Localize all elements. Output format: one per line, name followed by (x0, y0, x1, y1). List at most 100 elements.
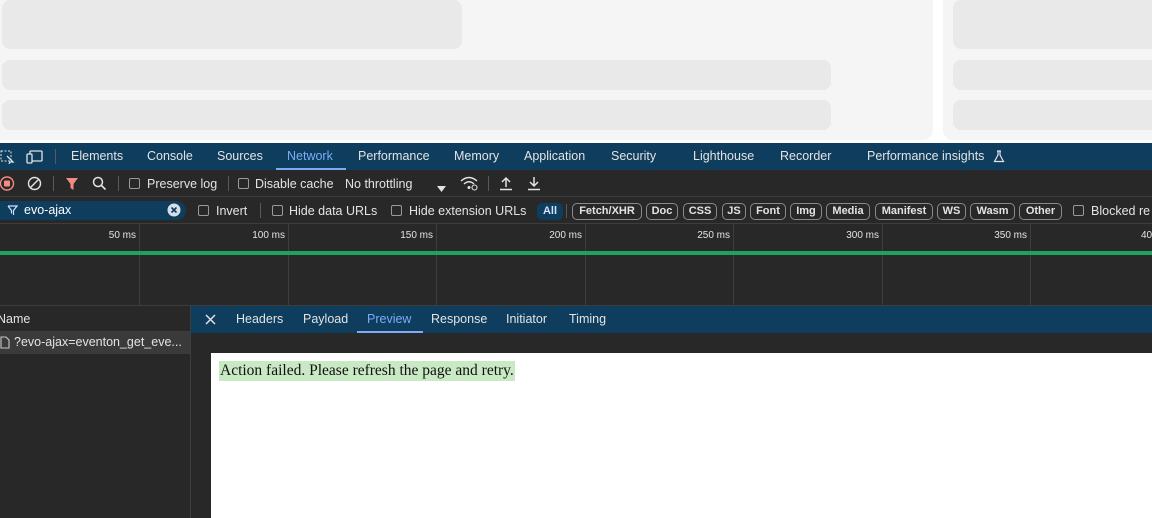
timeline-tick-label: 350 ms (994, 230, 1027, 241)
timeline-tick-label: 200 ms (549, 230, 582, 241)
type-filter-media[interactable]: Media (826, 203, 870, 220)
divider (566, 204, 567, 218)
tab-recorder[interactable]: Recorder (780, 143, 831, 170)
tab-network[interactable]: Network (287, 143, 333, 170)
tab-response[interactable]: Response (431, 306, 487, 333)
active-detail-tab-indicator (357, 331, 423, 333)
tab-security[interactable]: Security (611, 143, 656, 170)
type-filter-fetch-xhr[interactable]: Fetch/XHR (572, 203, 642, 220)
disable-cache-checkbox[interactable] (238, 178, 249, 189)
tab-timing[interactable]: Timing (569, 306, 606, 333)
filter-icon[interactable] (65, 177, 79, 194)
divider (228, 176, 229, 191)
timeline-gridline (288, 224, 289, 306)
funnel-icon (7, 205, 19, 219)
stop-recording-icon[interactable] (0, 176, 15, 194)
request-list: Name ?evo-ajax=eventon_get_eve... (0, 306, 191, 518)
hide-data-urls-label: Hide data URLs (289, 204, 378, 218)
tab-performance-insights[interactable]: Performance insights (867, 143, 984, 170)
tab-console[interactable]: Console (147, 143, 193, 170)
tab-application[interactable]: Application (524, 143, 585, 170)
filter-input[interactable]: evo-ajax (0, 201, 186, 220)
timeline-tick-label: 100 ms (252, 230, 285, 241)
document-icon (0, 336, 10, 352)
clear-filter-icon[interactable] (167, 203, 181, 220)
tab-headers[interactable]: Headers (236, 306, 283, 333)
timeline-gridline (139, 224, 140, 306)
tab-performance[interactable]: Performance (358, 143, 430, 170)
type-filter-ws[interactable]: WS (937, 203, 966, 220)
name-column-header[interactable]: Name (0, 306, 190, 332)
close-icon[interactable] (205, 314, 216, 328)
tab-sources[interactable]: Sources (217, 143, 263, 170)
preserve-log-checkbox[interactable] (129, 178, 140, 189)
page-viewport (0, 0, 1152, 143)
network-conditions-icon[interactable] (460, 176, 478, 194)
tab-preview[interactable]: Preview (367, 306, 411, 333)
detail-tab-bar: Headers Payload Preview Response Initiat… (191, 306, 1152, 333)
skeleton-card-left (0, 0, 933, 140)
skeleton-line (2, 60, 831, 90)
preview-text: Action failed. Please refresh the page a… (219, 361, 515, 381)
type-filter-wasm[interactable]: Wasm (970, 203, 1015, 220)
divider (488, 176, 489, 191)
filter-input-value[interactable]: evo-ajax (24, 203, 71, 217)
search-icon[interactable] (92, 176, 107, 194)
skeleton-block (953, 0, 1152, 49)
divider (118, 176, 119, 191)
tab-payload[interactable]: Payload (303, 306, 348, 333)
divider (260, 203, 261, 218)
waterfall-bar (0, 251, 1152, 255)
timeline-tick-label: 150 ms (400, 230, 433, 241)
flask-icon (993, 150, 1005, 166)
import-har-icon[interactable] (499, 176, 513, 194)
type-filter-other[interactable]: Other (1019, 203, 1062, 220)
divider (55, 149, 56, 164)
skeleton-card-right (943, 0, 1152, 140)
timeline-gridline (585, 224, 586, 306)
timeline-gridline (436, 224, 437, 306)
hide-extension-urls-label: Hide extension URLs (409, 204, 527, 218)
clear-icon[interactable] (27, 176, 42, 194)
timeline-tick-label: 50 ms (108, 230, 136, 241)
tab-memory[interactable]: Memory (454, 143, 499, 170)
timeline-gridline (1030, 224, 1031, 306)
hide-extension-urls-checkbox[interactable] (391, 205, 402, 216)
timeline-tick-label: 40 (1141, 230, 1152, 241)
type-filter-css[interactable]: CSS (683, 203, 717, 220)
export-har-icon[interactable] (527, 176, 541, 194)
type-filter-manifest[interactable]: Manifest (875, 203, 933, 220)
request-row[interactable]: ?evo-ajax=eventon_get_eve... (0, 332, 190, 354)
skeleton-line (953, 100, 1152, 130)
invert-label: Invert (216, 204, 248, 218)
devtools-tab-bar: Elements Console Sources Network Perform… (0, 143, 1152, 170)
response-preview: Action failed. Please refresh the page a… (211, 353, 1152, 518)
type-filter-font[interactable]: Font (750, 203, 786, 220)
name-column-label: Name (0, 312, 31, 326)
skeleton-line (2, 100, 831, 130)
tab-initiator[interactable]: Initiator (506, 306, 547, 333)
invert-checkbox[interactable] (198, 205, 209, 216)
hide-data-urls-checkbox[interactable] (272, 205, 283, 216)
type-filter-js[interactable]: JS (722, 203, 746, 220)
disable-cache-label: Disable cache (255, 177, 334, 191)
preserve-log-label: Preserve log (147, 177, 218, 191)
tab-elements[interactable]: Elements (71, 143, 123, 170)
device-toolbar-icon[interactable] (26, 150, 44, 167)
timeline-gridline (882, 224, 883, 306)
type-filter-doc[interactable]: Doc (646, 203, 678, 220)
type-filter-all[interactable]: All (537, 203, 563, 220)
throttling-select[interactable]: No throttling (345, 177, 412, 191)
blocked-requests-checkbox[interactable] (1073, 205, 1084, 216)
skeleton-line (953, 60, 1152, 90)
inspect-element-icon[interactable] (0, 150, 15, 167)
chevron-down-icon[interactable] (437, 181, 446, 195)
timeline-overview[interactable]: 50 ms 100 ms 150 ms 200 ms 250 ms 300 ms… (0, 224, 1152, 306)
network-toolbar: Preserve log Disable cache No throttling (0, 170, 1152, 197)
timeline-tick-label: 300 ms (846, 230, 879, 241)
network-filter-bar: evo-ajax Invert Hide data URLs Hide exte… (0, 197, 1152, 224)
tab-lighthouse[interactable]: Lighthouse (693, 143, 754, 170)
request-name: ?evo-ajax=eventon_get_eve... (14, 335, 182, 349)
request-detail-panel: Headers Payload Preview Response Initiat… (191, 306, 1152, 518)
type-filter-img[interactable]: Img (790, 203, 822, 220)
